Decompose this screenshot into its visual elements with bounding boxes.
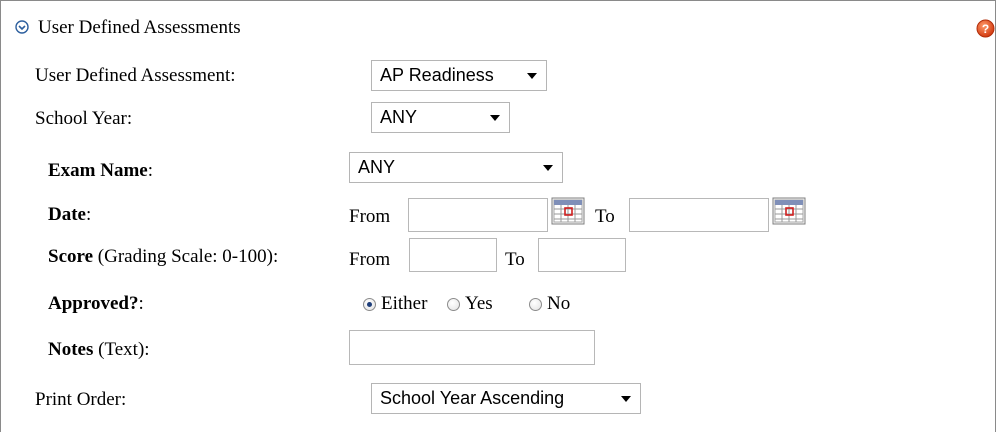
date-from-input[interactable] bbox=[408, 198, 548, 232]
exam-name-select[interactable]: ANY bbox=[349, 152, 563, 183]
score-from-input[interactable] bbox=[409, 238, 497, 272]
uda-select-value: AP Readiness bbox=[380, 65, 494, 85]
svg-text:?: ? bbox=[982, 22, 989, 36]
date-to-input[interactable] bbox=[629, 198, 769, 232]
approved-no-label[interactable]: No bbox=[547, 293, 570, 315]
date-from-label: From bbox=[349, 206, 391, 227]
notes-input[interactable] bbox=[349, 330, 595, 365]
calendar-icon[interactable] bbox=[772, 197, 806, 225]
date-label-bold: Date bbox=[48, 204, 86, 225]
calendar-icon[interactable] bbox=[551, 197, 585, 225]
approved-no-radio[interactable] bbox=[529, 298, 542, 311]
score-from-label: From bbox=[349, 249, 391, 270]
approved-label: Approved?: bbox=[48, 293, 144, 315]
score-label-bold: Score bbox=[48, 246, 94, 267]
panel-title: User Defined Assessments bbox=[38, 17, 241, 38]
uda-select[interactable]: AP Readiness bbox=[371, 60, 547, 91]
score-label-rest: (Grading Scale: 0-100): bbox=[93, 246, 279, 267]
exam-name-label: Exam Name: bbox=[48, 160, 153, 182]
user-defined-assessments-panel: User Defined Assessments ? User Defined … bbox=[0, 0, 996, 432]
exam-name-label-rest: : bbox=[147, 160, 154, 181]
score-to-label: To bbox=[505, 249, 525, 270]
help-icon[interactable]: ? bbox=[976, 19, 995, 38]
chevron-down-icon bbox=[490, 115, 500, 121]
exam-name-select-value: ANY bbox=[358, 157, 396, 177]
approved-label-rest: : bbox=[138, 293, 144, 314]
date-to-label: To bbox=[595, 206, 615, 227]
approved-yes-label[interactable]: Yes bbox=[465, 293, 493, 315]
print-order-select-value: School Year Ascending bbox=[380, 388, 565, 408]
uda-label: User Defined Assessment: bbox=[35, 65, 236, 86]
chevron-down-icon bbox=[527, 73, 537, 79]
print-order-label: Print Order: bbox=[35, 389, 127, 410]
print-order-select[interactable]: School Year Ascending bbox=[371, 383, 641, 414]
date-label: Date: bbox=[48, 204, 91, 226]
score-to-input[interactable] bbox=[538, 238, 626, 272]
approved-either-label[interactable]: Either bbox=[381, 293, 427, 315]
school-year-select[interactable]: ANY bbox=[371, 102, 510, 133]
chevron-down-icon bbox=[621, 396, 631, 402]
chevron-down-icon bbox=[543, 165, 553, 171]
notes-label: Notes (Text): bbox=[48, 339, 150, 361]
school-year-select-value: ANY bbox=[380, 107, 418, 127]
approved-yes-radio[interactable] bbox=[447, 298, 460, 311]
date-label-rest: : bbox=[85, 204, 92, 225]
approved-either-radio[interactable] bbox=[363, 298, 376, 311]
score-label: Score (Grading Scale: 0-100): bbox=[48, 246, 278, 268]
notes-label-rest: (Text): bbox=[93, 339, 150, 360]
exam-name-label-bold: Exam Name bbox=[48, 160, 148, 181]
chevron-circle-icon[interactable] bbox=[15, 20, 29, 34]
approved-label-bold: Approved? bbox=[48, 293, 139, 314]
school-year-label: School Year: bbox=[35, 108, 133, 129]
notes-label-bold: Notes bbox=[48, 339, 94, 360]
